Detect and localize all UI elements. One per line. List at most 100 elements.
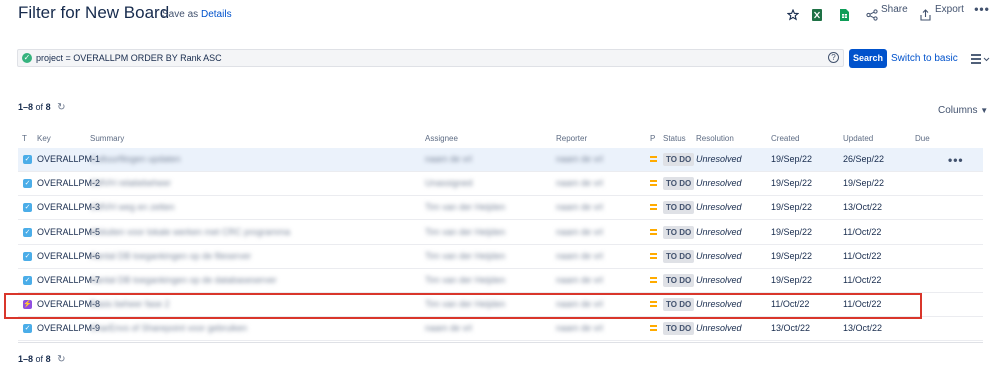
task-icon: ✓ — [23, 203, 32, 212]
issue-created: 19/Sep/22 — [771, 275, 813, 285]
issue-reporter: naam de vrl — [556, 227, 604, 237]
page-header: Filter for New Board Save as Details Sha… — [0, 0, 999, 30]
list-view-menu-icon[interactable] — [970, 53, 990, 65]
table-row[interactable]: ✓ OVERALLPM-7 Aantal DB toegankingen op de… — [18, 269, 983, 293]
excel-icon[interactable] — [811, 6, 823, 24]
issue-updated: 19/Sep/22 — [843, 178, 885, 188]
col-assignee[interactable]: Assignee — [425, 134, 458, 143]
issue-created: 19/Sep/22 — [771, 227, 813, 237]
issue-resolution: Unresolved — [696, 178, 742, 188]
priority-medium-icon — [650, 253, 657, 259]
help-icon[interactable]: ? — [828, 52, 839, 63]
task-icon: ✓ — [23, 252, 32, 261]
table-row[interactable]: ✓ OVERALLPM-6 Aantal DB toegankingen op de… — [18, 245, 983, 269]
issue-resolution: Unresolved — [696, 202, 742, 212]
issue-updated: 11/Oct/22 — [843, 227, 882, 237]
results-range-bottom: 1–8 — [18, 354, 34, 364]
priority-medium-icon — [650, 204, 657, 210]
col-resolution[interactable]: Resolution — [696, 134, 734, 143]
issue-reporter: naam de vrl — [556, 275, 604, 285]
switch-to-basic-link[interactable]: Switch to basic — [891, 53, 958, 64]
table-row[interactable]: ✓ OVERALLPM-2 SMVH relatiebeheer Unassigned… — [18, 172, 983, 196]
issue-updated: 26/Sep/22 — [843, 154, 885, 164]
save-as-link[interactable]: Save as — [162, 9, 198, 20]
issue-summary[interactable]: Afsluiten voor lokale werken met CRC pro… — [90, 227, 290, 237]
table-row[interactable]: ✓ OVERALLPM-5 Afsluiten voor lokale werken… — [18, 221, 983, 245]
issue-created: 19/Sep/22 — [771, 251, 813, 261]
status-badge: TO DO — [663, 226, 695, 239]
col-updated[interactable]: Updated — [843, 134, 873, 143]
col-priority[interactable]: P — [650, 134, 655, 143]
status-badge: TO DO — [663, 153, 695, 166]
issue-assignee: naam de vrl — [425, 154, 473, 164]
jql-search-input[interactable]: ✓ project = OVERALLPM ORDER BY Rank ASC … — [17, 49, 844, 67]
issue-summary[interactable]: SharEnvs of Sharepoint voor gebruiken — [90, 323, 247, 333]
issue-summary[interactable]: Aantal DB toegankingen op de fileserver — [90, 251, 251, 261]
issue-resolution: Unresolved — [696, 323, 742, 333]
issue-created: 19/Sep/22 — [771, 178, 813, 188]
share-icon[interactable] — [865, 6, 879, 24]
col-summary[interactable]: Summary — [90, 134, 124, 143]
status-badge: TO DO — [663, 274, 695, 287]
issue-resolution: Unresolved — [696, 227, 742, 237]
chevron-down-icon: ▼ — [980, 106, 989, 115]
issue-updated: 13/Oct/22 — [843, 202, 883, 212]
star-icon[interactable] — [786, 6, 800, 24]
priority-medium-icon — [650, 229, 657, 235]
priority-medium-icon — [650, 156, 657, 162]
col-reporter[interactable]: Reporter — [556, 134, 587, 143]
issue-summary[interactable]: SMVH weg en zetten — [90, 202, 175, 212]
col-key[interactable]: Key — [37, 134, 51, 143]
issue-updated: 11/Oct/22 — [843, 275, 882, 285]
table-row[interactable]: ✓ OVERALLPM-9 SharEnvs of Sharepoint voor … — [18, 317, 983, 341]
status-badge: TO DO — [663, 201, 695, 214]
issue-reporter: naam de vrl — [556, 154, 604, 164]
issue-updated: 11/Oct/22 — [843, 251, 882, 261]
columns-button[interactable]: Columns ▼ — [938, 105, 988, 116]
issue-summary[interactable]: Cultuurfilogen updaten — [90, 154, 181, 164]
page-title: Filter for New Board — [18, 3, 170, 22]
issue-assignee: Unassigned — [425, 178, 473, 188]
issue-resolution: Unresolved — [696, 154, 742, 164]
issue-reporter: naam de vrl — [556, 251, 604, 261]
priority-medium-icon — [650, 277, 657, 283]
table-row[interactable]: ✓ OVERALLPM-3 SMVH weg en zetten Tim van de… — [18, 196, 983, 220]
export-icon[interactable] — [919, 6, 931, 24]
results-total: 8 — [45, 102, 51, 112]
issue-assignee: Tim van der Heijden — [425, 202, 506, 212]
refresh-icon[interactable]: ↻ — [57, 354, 65, 365]
issue-resolution: Unresolved — [696, 251, 742, 261]
columns-label: Columns — [938, 105, 978, 116]
share-button[interactable]: Share — [881, 0, 908, 18]
issue-assignee: naam de vrl — [425, 323, 473, 333]
row-actions-icon[interactable]: ••• — [948, 153, 964, 167]
results-of: of — [35, 102, 44, 112]
issue-created: 19/Sep/22 — [771, 154, 813, 164]
issue-reporter: naam de vrl — [556, 323, 604, 333]
status-badge: TO DO — [663, 250, 695, 263]
col-type[interactable]: T — [22, 134, 27, 143]
more-icon[interactable]: ••• — [974, 0, 989, 18]
search-button[interactable]: Search — [849, 49, 887, 68]
results-range: 1–8 — [18, 102, 34, 112]
issue-assignee: Tim van der Heijden — [425, 275, 506, 285]
issue-assignee: Tim van der Heijden — [425, 251, 506, 261]
issue-assignee: Tim van der Heijden — [425, 227, 506, 237]
google-sheets-icon[interactable] — [838, 6, 850, 24]
task-icon: ✓ — [23, 324, 32, 333]
results-count-top: 1–8 of 8 ↻ — [18, 102, 66, 113]
col-status[interactable]: Status — [663, 134, 686, 143]
refresh-icon[interactable]: ↻ — [57, 102, 65, 113]
priority-medium-icon — [650, 325, 657, 331]
results-total-bottom: 8 — [45, 354, 51, 364]
issue-summary[interactable]: SMVH relatiebeheer — [90, 178, 171, 188]
status-badge: TO DO — [663, 322, 695, 335]
issue-summary[interactable]: Aantal DB toegankingen op de databaseser… — [90, 275, 277, 285]
issue-created: 13/Oct/22 — [771, 323, 811, 333]
col-created[interactable]: Created — [771, 134, 799, 143]
details-link[interactable]: Details — [201, 9, 232, 20]
results-of-bottom: of — [35, 354, 44, 364]
export-button[interactable]: Export — [935, 0, 964, 18]
col-due[interactable]: Due — [915, 134, 930, 143]
table-row[interactable]: ✓ OVERALLPM-1 Cultuurfilogen updaten naam d… — [18, 148, 983, 172]
